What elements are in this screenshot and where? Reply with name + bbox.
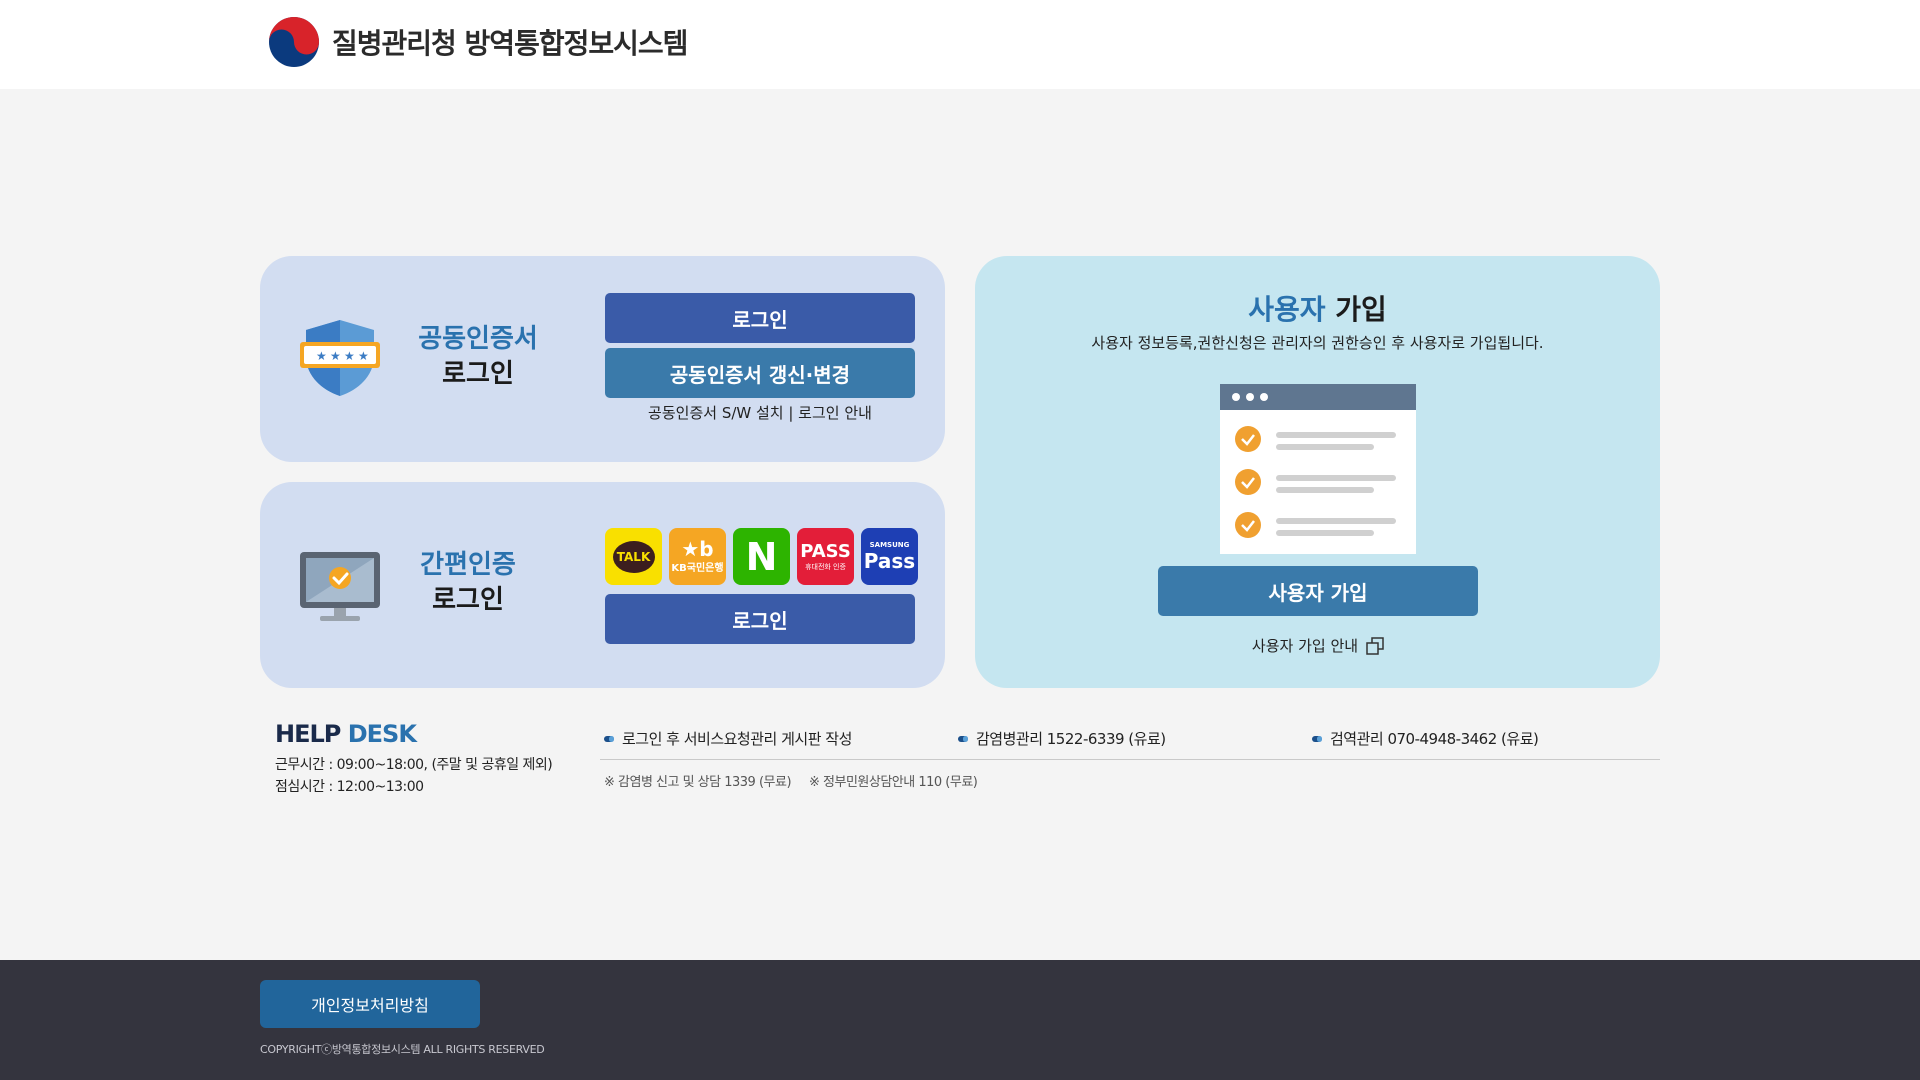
shield-icon: ★ ★ ★ ★ — [300, 320, 380, 396]
helpdesk: HELP DESK 근무시간 : 09:00~18:00, (주말 및 공휴일 … — [275, 720, 553, 796]
helpdesk-title: HELP DESK — [275, 720, 417, 748]
site-title: 질병관리청 방역통합정보시스템 — [332, 27, 688, 60]
helpdesk-hours: 근무시간 : 09:00~18:00, (주말 및 공휴일 제외) — [275, 757, 553, 773]
helpdesk-notes: ※ 감염병 신고 및 상담 1339 (무료) ※ 정부민원상담안내 110 (… — [604, 771, 978, 790]
helpdesk-lunch: 점심시간 : 12:00~13:00 — [275, 779, 424, 795]
auth-provider-list: TALK ★b KB국민은행 N PASS 휴대전화 인증 SAMSUNG Pa… — [605, 528, 918, 585]
bullet-icon — [958, 735, 968, 742]
popup-window-icon — [1366, 636, 1384, 655]
site-header: 질병관리청 방역통합정보시스템 — [0, 0, 1920, 89]
note-item: ※ 정부민원상담안내 110 (무료) — [809, 775, 978, 790]
join-guide-link[interactable]: 사용자 가입 안내 — [1225, 635, 1411, 656]
helpdesk-contacts: 로그인 후 서비스요청관리 게시판 작성 감염병관리 1522-6339 (유료… — [600, 728, 1660, 760]
contact-item: 검역관리 070-4948-3462 (유료) — [1312, 728, 1539, 749]
cert-renew-button[interactable]: 공동인증서 갱신·변경 — [605, 348, 915, 398]
pass-icon[interactable]: PASS 휴대전화 인증 — [797, 528, 854, 585]
contact-item: 로그인 후 서비스요청관리 게시판 작성 — [604, 728, 852, 749]
join-description: 사용자 정보등록,권한신청은 관리자의 권한승인 후 사용자로 가입됩니다. — [1091, 334, 1544, 352]
bullet-icon — [604, 735, 614, 742]
site-footer: 개인정보처리방침 COPYRIGHTⓒ방역통합정보시스템 ALL RIGHTS … — [0, 960, 1920, 1080]
kakao-talk-icon[interactable]: TALK — [605, 528, 662, 585]
svg-text:★: ★ — [358, 349, 369, 363]
svg-text:★: ★ — [344, 349, 355, 363]
join-title: 사용자 가입 — [1248, 293, 1387, 326]
simple-login-heading: 간편인증 로그인 — [398, 548, 538, 618]
cert-heading-blue: 공동인증서 — [418, 324, 538, 354]
taegeuk-logo-icon — [269, 17, 319, 67]
svg-text:★: ★ — [316, 349, 327, 363]
copyright-text: COPYRIGHTⓒ방역통합정보시스템 ALL RIGHTS RESERVED — [260, 1043, 545, 1056]
svg-text:★: ★ — [330, 349, 341, 363]
cert-login-button[interactable]: 로그인 — [605, 293, 915, 343]
checklist-icon — [1220, 384, 1416, 554]
cert-heading-dark: 로그인 — [442, 359, 514, 390]
privacy-policy-button[interactable]: 개인정보처리방침 — [260, 980, 480, 1028]
monitor-check-icon — [300, 552, 380, 621]
user-join-panel: 사용자 가입 사용자 정보등록,권한신청은 관리자의 권한승인 후 사용자로 가… — [975, 256, 1660, 688]
user-join-button[interactable]: 사용자 가입 — [1158, 566, 1478, 616]
note-item: ※ 감염병 신고 및 상담 1339 (무료) — [604, 775, 792, 790]
contact-item: 감염병관리 1522-6339 (유료) — [958, 728, 1166, 749]
samsung-pass-icon[interactable]: SAMSUNG Pass — [861, 528, 918, 585]
cert-login-heading: 공동인증서 로그인 — [408, 322, 548, 392]
simple-heading-blue: 간편인증 — [420, 550, 516, 580]
brand[interactable]: 질병관리청 방역통합정보시스템 — [268, 16, 688, 68]
simple-login-button[interactable]: 로그인 — [605, 594, 915, 644]
cert-login-panel: ★ ★ ★ ★ 공동인증서 로그인 로그인 공동인증서 갱신·변경 공동인증서 … — [260, 256, 945, 462]
simple-heading-dark: 로그인 — [432, 585, 504, 616]
naver-icon[interactable]: N — [733, 528, 790, 585]
kb-bank-icon[interactable]: ★b KB국민은행 — [669, 528, 726, 585]
simple-login-panel: 간편인증 로그인 TALK ★b KB국민은행 N PASS 휴대전화 인증 S… — [260, 482, 945, 688]
cert-guide-link[interactable]: 공동인증서 S/W 설치 | 로그인 안내 — [605, 402, 915, 423]
bullet-icon — [1312, 735, 1322, 742]
